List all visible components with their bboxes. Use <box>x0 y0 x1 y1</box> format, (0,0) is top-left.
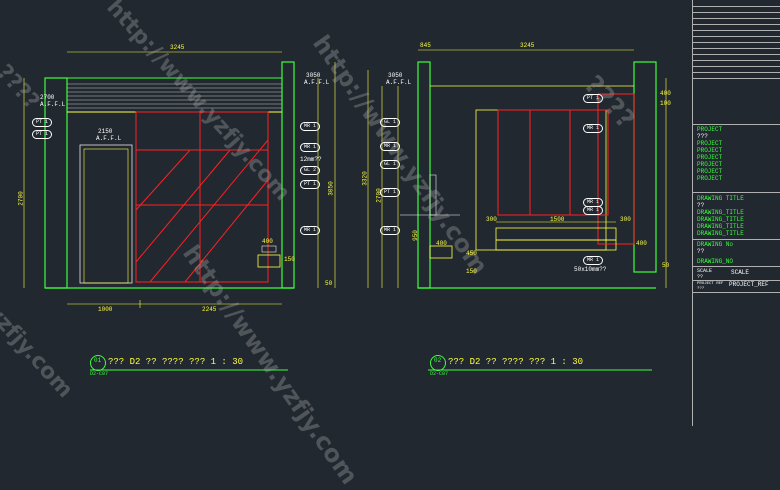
material-tag[interactable]: MR 1 <box>300 122 321 131</box>
right-height-a: 3320 <box>361 171 369 186</box>
title-block: PROJECT ??? PROJECT PROJECT PROJECT PROJ… <box>692 0 780 426</box>
right-caption-text: ??? D2 ?? ???? ??? 1 : 30 <box>448 357 584 367</box>
left-ceiling-sub: A.F.F.L <box>304 79 330 86</box>
right-dim: 300 <box>486 216 497 223</box>
material-tag[interactable]: MR 1 <box>583 256 604 265</box>
material-tag[interactable]: PT 1 <box>583 94 604 103</box>
left-ceiling-dim: 3050 <box>306 72 321 79</box>
right-ceiling-dim: 3050 <box>388 72 403 79</box>
left-door-height-sub: A.F.F.L <box>96 135 122 142</box>
left-caption-text: ??? D2 ?? ???? ??? 1 : 30 <box>108 357 244 367</box>
right-side-dim: 100 <box>660 100 671 107</box>
right-small-dim: 50 <box>325 280 333 287</box>
material-tag[interactable]: PT 1 <box>32 118 53 127</box>
right-side-dim: 50 <box>662 262 670 269</box>
scale-value: SCALE <box>731 269 750 276</box>
left-door-top-sub: A.F.F.L <box>40 101 66 108</box>
left-caption-number: 01 <box>94 357 102 364</box>
right-top-dim-b: 3245 <box>520 42 535 49</box>
material-tag[interactable]: MR 1 <box>380 142 401 151</box>
glass-note: 12mm?? <box>300 156 322 163</box>
drawing-title-label: DRAWING TITLE <box>697 195 744 202</box>
left-height-dim: 2700 <box>17 191 25 206</box>
right-dim: 450 <box>466 250 477 257</box>
right-ceiling-sub: A.F.F.L <box>386 79 412 86</box>
material-tag[interactable]: GL 2 <box>300 166 321 175</box>
right-note: 50x10mm?? <box>574 266 607 273</box>
material-tag[interactable]: MR 1 <box>300 143 321 152</box>
material-tag[interactable]: PT 1 <box>32 130 53 139</box>
right-height-c: 950 <box>411 230 419 241</box>
left-caption-ref: D2-C07 <box>90 371 109 377</box>
material-tag[interactable]: PT 1 <box>300 180 321 189</box>
right-caption-number: 02 <box>434 357 442 364</box>
left-inner-dim-v: 150 <box>284 256 295 263</box>
right-side-dim: 400 <box>660 90 671 97</box>
left-door-top-dim: 2700 <box>40 94 55 101</box>
right-caption-ref: D2-C07 <box>430 371 449 377</box>
material-tag[interactable]: MR 1 <box>380 226 401 235</box>
project-ref-value: PROJECT_REF <box>729 281 769 288</box>
right-dim: 300 <box>620 216 631 223</box>
right-side-dim: 400 <box>636 240 647 247</box>
material-tag[interactable]: MR 1 <box>300 226 321 235</box>
right-dim: 150 <box>466 268 477 275</box>
left-bottom-dim-a: 1000 <box>98 306 113 313</box>
material-tag[interactable]: MR 1 <box>583 124 604 133</box>
right-height-dim: 3050 <box>327 181 335 196</box>
right-top-dim-a: 845 <box>420 42 431 49</box>
left-inner-dim: 400 <box>262 238 273 245</box>
left-door-height: 2150 <box>98 128 113 135</box>
drawing-title: DRAWING_TITLE <box>697 230 744 237</box>
left-bottom-dim-b: 2245 <box>202 306 217 313</box>
drawing-no-sub: ?? <box>697 248 705 255</box>
material-tag[interactable]: MR 1 <box>583 206 604 215</box>
material-tag[interactable]: PT 1 <box>380 188 401 197</box>
drawing-no: DRAWING_NO <box>697 258 734 265</box>
material-tag[interactable]: GL 1 <box>380 160 401 169</box>
right-dim: 400 <box>436 240 447 247</box>
left-top-dim: 3245 <box>170 44 185 51</box>
material-tag[interactable]: GL 1 <box>380 118 401 127</box>
project-line: PROJECT <box>697 175 723 182</box>
right-dim: 1500 <box>550 216 565 223</box>
